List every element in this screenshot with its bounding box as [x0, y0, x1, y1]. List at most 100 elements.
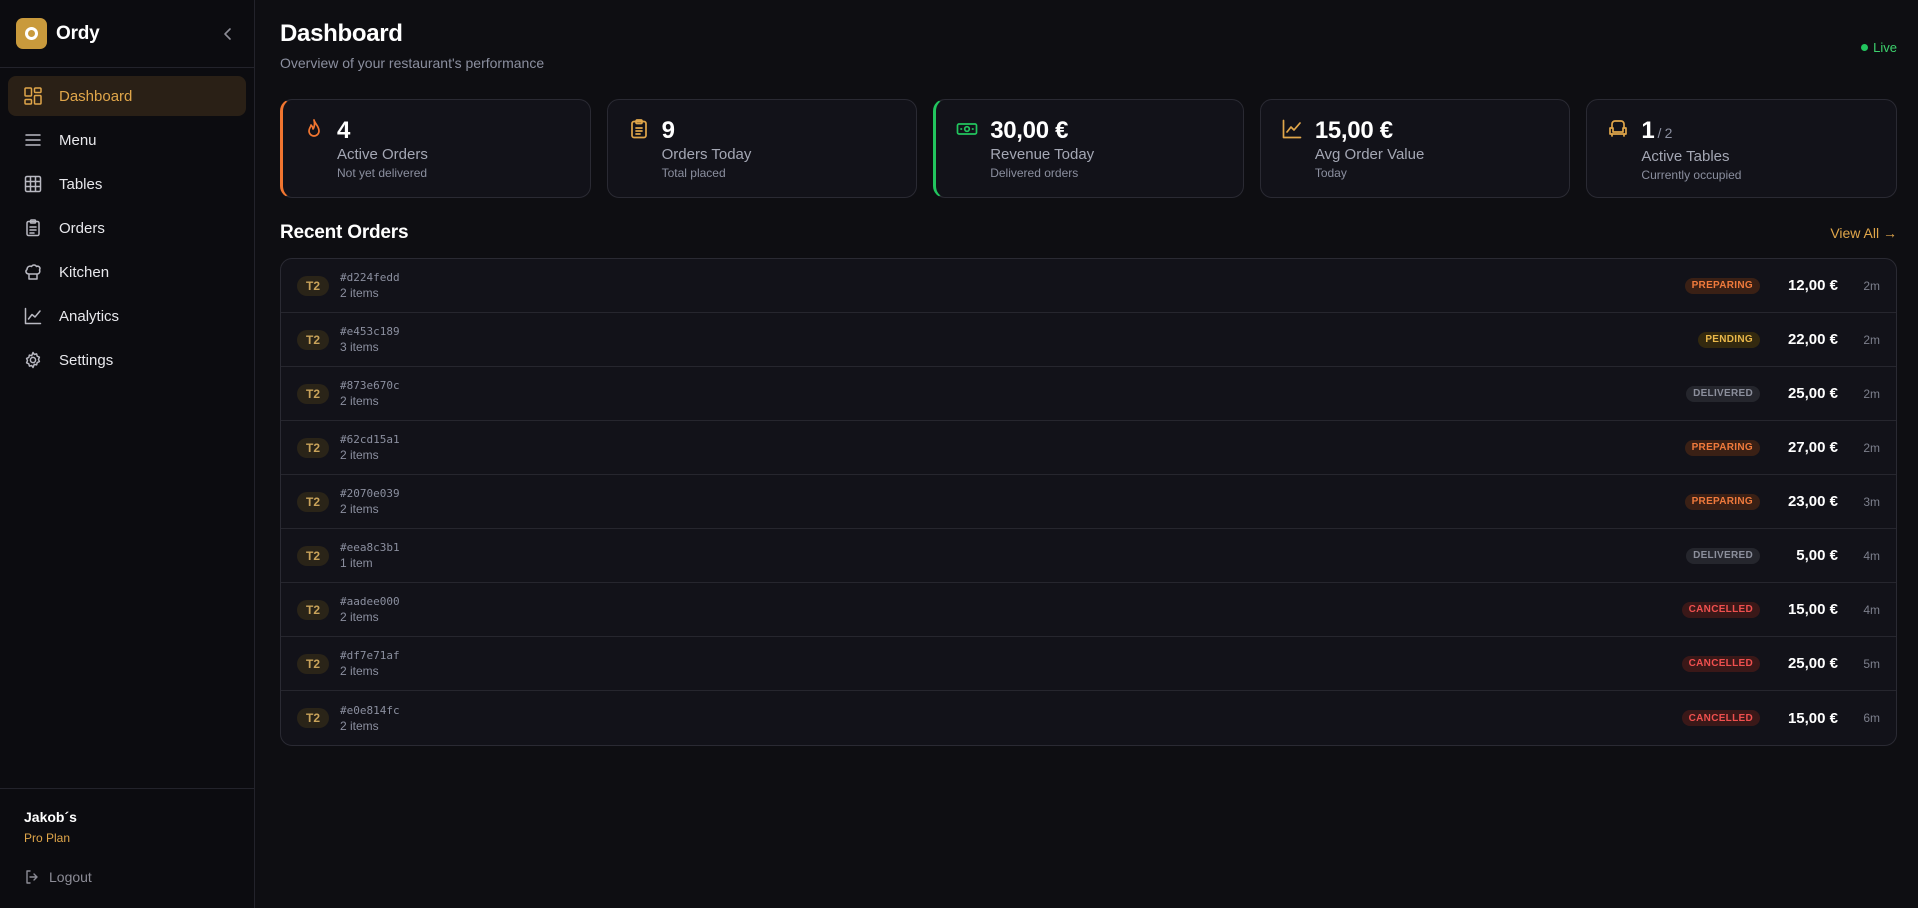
sidebar-item-kitchen[interactable]: Kitchen	[8, 252, 246, 292]
order-price: 5,00 €	[1796, 547, 1838, 564]
order-age: 4m	[1863, 548, 1880, 563]
sidebar-item-orders[interactable]: Orders	[8, 208, 246, 248]
armchair-icon	[1609, 120, 1628, 137]
list-item[interactable]: T2 #eea8c3b1 1 item DELIVERED 5,00 € 4m	[281, 529, 1896, 583]
logo-icon	[16, 18, 47, 49]
order-meta: CANCELLED 15,00 € 4m	[1681, 601, 1880, 618]
order-item-count: 2 items	[340, 502, 379, 516]
list-item[interactable]: T2 #62cd15a1 2 items PREPARING 27,00 € 2…	[281, 421, 1896, 475]
sidebar-item-dashboard[interactable]: Dashboard	[8, 76, 246, 116]
status-dot-icon	[1861, 44, 1869, 51]
sidebar-item-tables[interactable]: Tables	[8, 164, 246, 204]
table-badge: T2	[297, 545, 329, 566]
clipboard-icon	[630, 119, 647, 139]
sidebar-item-label: Tables	[59, 175, 103, 193]
sidebar-footer: Jakob´s Pro Plan Logout	[0, 788, 255, 908]
list-item[interactable]: T2 #aadee000 2 items CANCELLED 15,00 € 4…	[281, 583, 1896, 637]
stat-value: 30,00 €	[990, 117, 1069, 144]
stat-value: 15,00 €	[1314, 117, 1393, 144]
stat-card-avg-order-value: 15,00 € Avg Order Value Today	[1259, 99, 1571, 198]
list-item[interactable]: T2 #e453c189 3 items PENDING 22,00 € 2m	[281, 313, 1896, 367]
list-item[interactable]: T2 #df7e71af 2 items CANCELLED 25,00 € 5…	[281, 637, 1896, 691]
order-meta: PENDING 22,00 € 2m	[1698, 331, 1880, 348]
order-age: 5m	[1863, 656, 1880, 671]
list-item[interactable]: T2 #d224fedd 2 items PREPARING 12,00 € 2…	[281, 259, 1896, 313]
stat-value-denominator: / 2	[1657, 125, 1673, 141]
order-price: 12,00 €	[1787, 277, 1838, 294]
logout-button[interactable]: Logout	[24, 869, 231, 885]
status-badge: PREPARING	[1684, 277, 1760, 294]
order-age: 6m	[1863, 711, 1880, 725]
order-id: #2070e039	[340, 487, 400, 500]
stat-sub: Today	[1314, 166, 1347, 180]
order-age: 4m	[1863, 602, 1880, 617]
status-badge: DELIVERED	[1686, 547, 1760, 564]
status-badge: CANCELLED	[1681, 710, 1760, 726]
menu-icon	[23, 130, 43, 150]
order-id: #873e670c	[340, 379, 400, 392]
logout-icon	[26, 870, 38, 884]
order-age: 2m	[1863, 440, 1880, 455]
list-item[interactable]: T2 #873e670c 2 items DELIVERED 25,00 € 2…	[281, 367, 1896, 421]
order-id: #df7e71af	[340, 649, 400, 662]
order-id: #d224fedd	[340, 271, 400, 284]
order-item-count: 2 items	[340, 394, 379, 408]
order-meta: DELIVERED 5,00 € 4m	[1686, 547, 1880, 564]
order-info: #df7e71af 2 items	[340, 649, 400, 678]
order-age: 2m	[1863, 278, 1880, 293]
live-indicator: Live	[1861, 40, 1897, 55]
order-age: 2m	[1863, 386, 1880, 401]
order-item-count: 2 items	[340, 718, 379, 733]
stat-card-active-tables: 1/ 2 Active Tables Currently occupied	[1586, 99, 1897, 198]
list-item[interactable]: T2 #2070e039 2 items PREPARING 23,00 € 3…	[281, 475, 1896, 529]
sidebar-item-analytics[interactable]: Analytics	[8, 296, 246, 336]
stat-sub: Total placed	[661, 166, 726, 180]
sidebar-item-settings[interactable]: Settings	[8, 340, 246, 380]
table-badge: T2	[297, 599, 329, 620]
status-badge: PREPARING	[1684, 493, 1760, 510]
order-item-count: 1 item	[340, 556, 373, 570]
order-item-count: 2 items	[340, 664, 379, 678]
table-badge: T2	[297, 275, 329, 296]
stats-row: 4 Active Orders Not yet delivered 9 Orde…	[280, 99, 1897, 198]
order-price: 22,00 €	[1787, 331, 1838, 348]
analytics-icon	[23, 306, 43, 326]
recent-orders-list: T2 #d224fedd 2 items PREPARING 12,00 € 2…	[280, 258, 1897, 746]
order-info: #2070e039 2 items	[340, 487, 400, 516]
order-price: 15,00 €	[1787, 601, 1838, 618]
recent-orders-title: Recent Orders	[280, 222, 409, 243]
sidebar-item-label: Menu	[59, 131, 97, 149]
status-badge: PREPARING	[1684, 439, 1760, 456]
sidebar-item-label: Settings	[59, 351, 114, 369]
orders-icon	[23, 218, 43, 238]
stat-sub: Currently occupied	[1641, 168, 1742, 182]
order-info: #d224fedd 2 items	[340, 271, 400, 300]
live-label: Live	[1873, 40, 1897, 55]
flame-icon	[308, 119, 320, 137]
table-badge: T2	[297, 329, 329, 350]
order-price: 25,00 €	[1787, 385, 1838, 402]
order-price: 25,00 €	[1787, 655, 1838, 672]
list-item[interactable]: T2 #e0e814fc 2 items CANCELLED 15,00 € 6…	[281, 691, 1896, 745]
stat-card-revenue-today: 30,00 € Revenue Today Delivered orders	[933, 99, 1244, 198]
stat-card-active-orders: 4 Active Orders Not yet delivered	[280, 99, 591, 198]
status-badge: CANCELLED	[1681, 655, 1760, 672]
sidebar-item-menu[interactable]: Menu	[8, 120, 246, 160]
stat-value-number: 1	[1641, 117, 1655, 144]
order-meta: CANCELLED 15,00 € 6m	[1681, 710, 1880, 727]
collapse-sidebar-button[interactable]	[218, 24, 238, 44]
order-id: #62cd15a1	[340, 433, 400, 446]
order-info: #e453c189 3 items	[340, 325, 400, 354]
stat-value: 1/ 2	[1641, 118, 1896, 146]
order-meta: PREPARING 12,00 € 2m	[1684, 277, 1880, 294]
order-info: #eea8c3b1 1 item	[340, 541, 400, 570]
user-name: Jakob´s	[24, 809, 77, 825]
status-badge: CANCELLED	[1681, 601, 1760, 618]
sidebar-item-label: Orders	[59, 219, 105, 237]
tables-icon	[23, 174, 43, 194]
page-title: Dashboard	[280, 20, 403, 47]
view-all-link[interactable]: View All →	[1830, 225, 1897, 241]
sidebar: Ordy Dashboard Menu Tables Orders Kitche…	[0, 0, 255, 908]
sidebar-item-label: Dashboard	[59, 87, 133, 105]
order-info: #e0e814fc 2 items	[340, 704, 400, 733]
